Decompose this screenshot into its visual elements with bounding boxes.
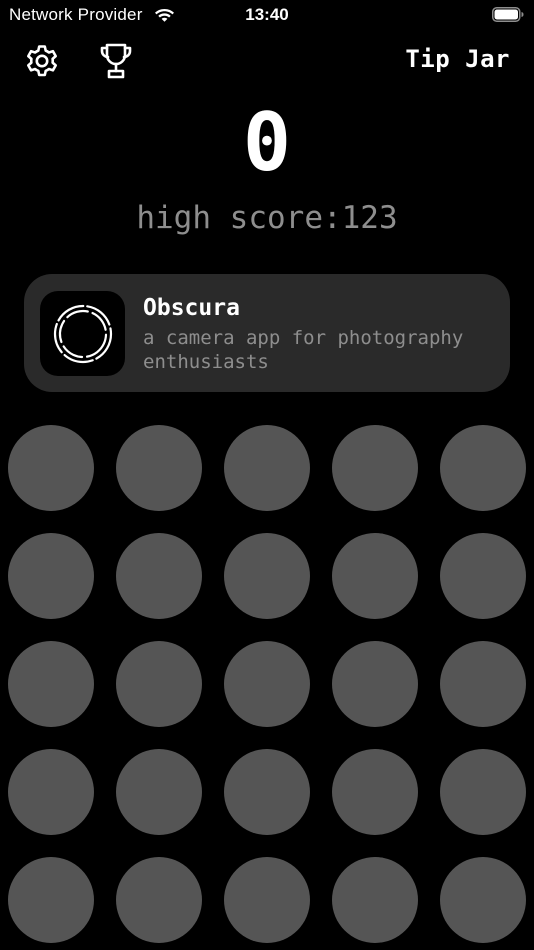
tap-circle[interactable]: [224, 425, 310, 511]
tap-circle[interactable]: [440, 641, 526, 727]
tap-circle[interactable]: [8, 533, 94, 619]
tap-circle[interactable]: [116, 749, 202, 835]
tap-circle[interactable]: [8, 749, 94, 835]
tap-circle[interactable]: [332, 533, 418, 619]
tap-circle[interactable]: [440, 533, 526, 619]
tap-circle[interactable]: [440, 857, 526, 943]
tap-circle[interactable]: [116, 641, 202, 727]
tap-circle[interactable]: [224, 533, 310, 619]
tap-circle[interactable]: [224, 749, 310, 835]
tap-circle[interactable]: [116, 533, 202, 619]
tap-circle[interactable]: [440, 425, 526, 511]
tap-circle[interactable]: [440, 749, 526, 835]
tap-circle[interactable]: [224, 857, 310, 943]
tap-circle[interactable]: [8, 641, 94, 727]
tap-circle[interactable]: [8, 425, 94, 511]
tap-circle[interactable]: [332, 857, 418, 943]
tap-circle[interactable]: [224, 641, 310, 727]
tap-circle[interactable]: [116, 425, 202, 511]
tap-circle[interactable]: [116, 857, 202, 943]
tap-circle-grid: [0, 0, 534, 950]
tap-circle[interactable]: [8, 857, 94, 943]
tap-circle[interactable]: [332, 641, 418, 727]
tap-circle[interactable]: [332, 425, 418, 511]
tap-circle[interactable]: [332, 749, 418, 835]
